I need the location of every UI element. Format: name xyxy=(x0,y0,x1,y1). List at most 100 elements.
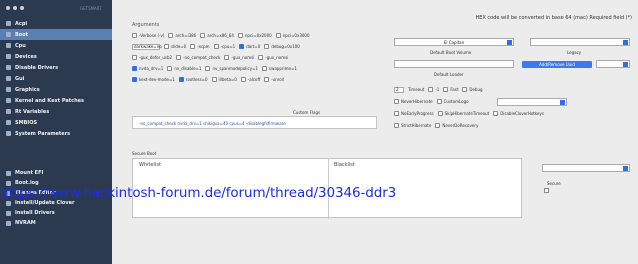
checkbox-alcoff[interactable]: -alcoff xyxy=(240,77,260,82)
arguments-row: -Verbose (-v) arch=i386 arch=x86_64 npci=0x… xyxy=(132,30,377,41)
checkbox-box[interactable] xyxy=(436,99,442,104)
checkbox-box[interactable] xyxy=(213,44,219,49)
checkbox-slide-0[interactable]: slide=0 xyxy=(164,44,186,49)
checkbox-box[interactable] xyxy=(462,87,468,92)
timeout-stepper[interactable]: 2 xyxy=(394,86,404,93)
checkbox-neverdorecovery[interactable]: NeverDoRecovery xyxy=(435,123,478,128)
uuid-number-select[interactable] xyxy=(596,60,630,68)
add-remove-uuid-button[interactable]: Add/Remove Uuid xyxy=(522,61,592,68)
checkbox-box[interactable] xyxy=(394,123,399,128)
checkbox-box[interactable] xyxy=(264,77,270,82)
checkbox-box[interactable] xyxy=(211,77,217,82)
checkbox-disablecloverhotkeys[interactable]: DisableCloverHotkeys xyxy=(493,111,544,116)
checkbox-box[interactable] xyxy=(437,111,443,116)
checkbox-npci-0x2000[interactable]: npci=0x2000 xyxy=(237,33,272,38)
checkbox-cpu-1[interactable]: -cpu=1 xyxy=(213,44,235,49)
checkbox-box[interactable] xyxy=(132,66,137,71)
checkbox-box[interactable] xyxy=(493,111,499,116)
checkbox-box[interactable] xyxy=(443,87,449,92)
checkbox-rootless-0[interactable]: rootless=0 xyxy=(178,77,208,82)
sidebar-item-graphics[interactable]: Graphics xyxy=(0,84,112,95)
checkbox-1[interactable]: -1 xyxy=(428,87,439,92)
checkbox-box[interactable] xyxy=(240,77,246,82)
checkbox-neverhibernate[interactable]: NeverHibernate xyxy=(394,99,433,104)
folder-icon xyxy=(6,54,11,59)
checkbox-box[interactable] xyxy=(168,33,174,38)
zoom-window-button[interactable] xyxy=(20,6,24,10)
sidebar-item-smbios[interactable]: SMBIOS xyxy=(0,117,112,128)
checkbox-arch-i386[interactable]: arch=i386 xyxy=(168,33,196,38)
checkbox-box[interactable] xyxy=(176,55,182,60)
sidebar-item-acpi[interactable]: Acpi xyxy=(0,18,112,29)
checkbox-box[interactable] xyxy=(264,44,270,49)
checkbox-box[interactable] xyxy=(190,44,196,49)
checkbox-box[interactable] xyxy=(435,123,441,128)
sidebar-item-cpu[interactable]: Cpu xyxy=(0,40,112,51)
sidebar-item-boot[interactable]: Boot xyxy=(0,29,112,40)
checkbox-stricthibernate[interactable]: StrictHibernate xyxy=(394,123,431,128)
sidebar-tool-install-drivers[interactable]: Install Drivers xyxy=(0,208,112,218)
checkbox-box[interactable] xyxy=(132,33,137,38)
default-boot-volume-select[interactable]: El Capitan xyxy=(394,38,514,46)
checkbox-box[interactable] xyxy=(132,77,137,82)
checkbox-box[interactable] xyxy=(164,44,169,49)
checkbox-label: -gux_nomsi xyxy=(265,55,289,60)
checkbox-skiphibernatetimeout[interactable]: SkipHibernateTimeout xyxy=(437,111,489,116)
checkbox-box[interactable] xyxy=(205,66,211,71)
checkbox-gux-nomsi[interactable]: -gux_nomsi xyxy=(258,55,288,60)
checkbox-verbose-v[interactable]: -Verbose (-v) xyxy=(132,33,164,38)
legacy-select[interactable] xyxy=(530,38,630,46)
default-loader-input[interactable] xyxy=(394,60,514,68)
checkbox-kext-dev-mode-1[interactable]: kext-dev-mode=1 xyxy=(132,77,175,82)
checkbox-customlogo[interactable]: CustomLogo xyxy=(436,99,469,104)
checkbox-dart-0[interactable]: dart=0 xyxy=(239,44,260,49)
darkwake-select[interactable]: darkwake=no xyxy=(132,43,162,50)
checkbox-box[interactable] xyxy=(132,55,137,60)
checkbox-label: npci=0x3000 xyxy=(282,33,310,38)
secure-boot-policy-select[interactable] xyxy=(542,164,630,172)
sidebar-item-gui[interactable]: Gui xyxy=(0,73,112,84)
sidebar-tool-mount-efi[interactable]: Mount EFI xyxy=(0,168,112,178)
sidebar-item-rt-variables[interactable]: Rt Variables xyxy=(0,106,112,117)
checkbox-xcpm[interactable]: -xcpm xyxy=(190,44,210,49)
custom-flags-field[interactable]: -no_compat_check nvda_drv=1 shikigva=40 … xyxy=(132,116,377,129)
checkbox-debug[interactable]: Debug xyxy=(462,87,483,92)
checkbox-gux-defer-usb2[interactable]: -gux_defer_usb2 xyxy=(132,55,172,60)
checkbox-swapprime-1[interactable]: swapprime=1 xyxy=(261,66,297,71)
checkbox-debug-0x100[interactable]: debug=0x100 xyxy=(264,44,300,49)
checkbox-fast[interactable]: Fast xyxy=(443,87,458,92)
checkbox-gux-nomsi[interactable]: -gux_nomsi xyxy=(224,55,254,60)
checkbox-box[interactable] xyxy=(237,33,243,38)
checkbox-box[interactable] xyxy=(394,111,399,116)
checkbox-box[interactable] xyxy=(178,77,184,82)
checkbox-box[interactable] xyxy=(394,99,399,104)
checkbox-nv-spanmodepolicy-1[interactable]: nv_spanmodepolicy=1 xyxy=(205,66,258,71)
checkbox-box[interactable] xyxy=(428,87,434,92)
checkbox-unroll[interactable]: -unroll xyxy=(264,77,284,82)
checkbox-nvda-drv-1[interactable]: nvda_drv=1 xyxy=(132,66,163,71)
checkbox-box[interactable] xyxy=(200,33,206,38)
sidebar-item-devices[interactable]: Devices xyxy=(0,51,112,62)
sidebar-item-system-parameters[interactable]: System Parameters xyxy=(0,128,112,139)
minimize-window-button[interactable] xyxy=(13,6,17,10)
blacklist-column: Blacklist xyxy=(334,162,355,168)
checkbox-nv-disable-1[interactable]: nv_disable=1 xyxy=(167,66,201,71)
checkbox-lilbeta-0[interactable]: lilbeta=0 xyxy=(211,77,237,82)
checkbox-noearlyprogress[interactable]: NoEarlyProgress xyxy=(394,111,434,116)
checkbox-box[interactable] xyxy=(239,44,245,49)
sidebar-item-disable-drivers[interactable]: Disable Drivers xyxy=(0,62,112,73)
window-controls[interactable] xyxy=(6,6,24,10)
checkbox-box[interactable] xyxy=(224,55,230,60)
checkbox-no-compat-check[interactable]: -no_compat_check xyxy=(176,55,220,60)
custom-logo-select[interactable] xyxy=(497,98,567,106)
checkbox-box[interactable] xyxy=(167,66,173,71)
checkbox-label: Debug xyxy=(469,87,483,92)
checkbox-npci-0x3000[interactable]: npci=0x3000 xyxy=(275,33,310,38)
sidebar-item-kernel-and-kext-patches[interactable]: Kernel and Kext Patches xyxy=(0,95,112,106)
checkbox-arch-x86-64[interactable]: arch=x86_64 xyxy=(200,33,234,38)
sidebar-tool-nvram[interactable]: NVRAM xyxy=(0,218,112,228)
checkbox-box[interactable] xyxy=(258,55,264,60)
checkbox-box[interactable] xyxy=(275,33,281,38)
checkbox-box[interactable] xyxy=(261,66,267,71)
close-window-button[interactable] xyxy=(6,6,10,10)
